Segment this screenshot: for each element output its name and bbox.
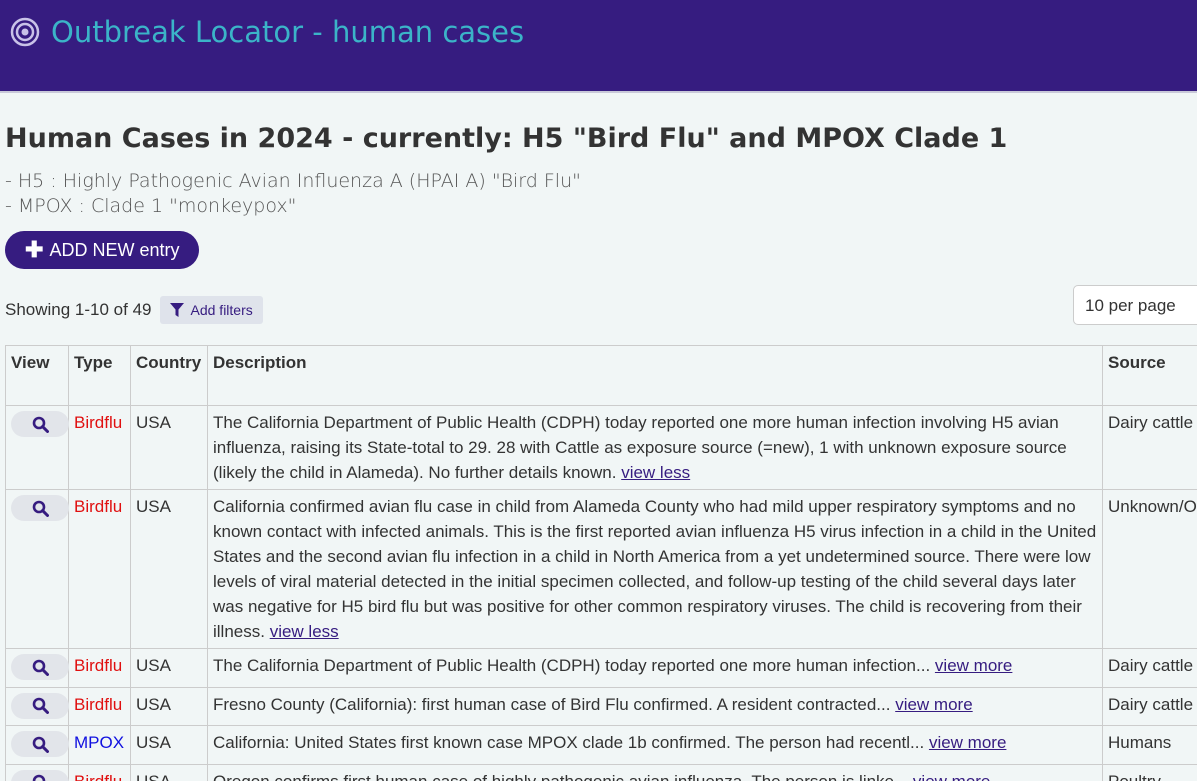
subtitle-line-h5: - H5 : Highly Pathogenic Avian Influenza… <box>5 170 581 192</box>
search-icon <box>32 697 49 714</box>
column-header-type: Type <box>68 345 131 406</box>
table-header-row: View Type Country Description Source <box>5 345 1197 406</box>
description-cell: California confirmed avian flu case in c… <box>207 489 1103 649</box>
view-more-link[interactable]: view more <box>913 772 990 781</box>
description-text: California: United States first known ca… <box>213 733 925 752</box>
type-cell: Birdflu <box>68 405 131 490</box>
table-row: Birdflu USA The California Department of… <box>5 648 1197 688</box>
search-icon <box>32 736 49 753</box>
description-cell: The California Department of Public Heal… <box>207 648 1103 688</box>
column-header-country: Country <box>130 345 208 406</box>
search-icon <box>32 500 49 517</box>
description-text: Fresno County (California): first human … <box>213 694 891 714</box>
search-icon <box>32 774 45 781</box>
table-row: Birdflu USA Fresno County (California): … <box>5 686 1197 726</box>
column-header-source: Source <box>1102 345 1197 406</box>
view-more-link[interactable]: view more <box>895 695 972 714</box>
description-cell: Oregon confirms first human case of high… <box>207 763 1103 781</box>
column-header-view: View <box>5 345 69 406</box>
source-cell: Dairy cattle <box>1102 405 1197 490</box>
source-cell: Dairy cattle <box>1102 648 1197 688</box>
cases-table: View Type Country Description Source Bir… <box>5 345 1197 781</box>
view-entry-button[interactable] <box>11 411 69 437</box>
table-row: Birdflu USA California confirmed avian f… <box>5 489 1197 649</box>
per-page-select[interactable]: 10 per page <box>1073 285 1197 325</box>
source-cell: Dairy cattle <box>1102 686 1197 726</box>
search-icon <box>32 416 49 433</box>
description-cell: The California Department of Public Heal… <box>207 405 1103 490</box>
add-filters-button[interactable]: Add filters <box>159 296 263 324</box>
table-row: Birdflu USA Oregon confirms first human … <box>5 763 1197 781</box>
brand-title[interactable]: Outbreak Locator - human cases <box>51 14 524 50</box>
table-row: MPOX USA California: United States first… <box>5 725 1197 765</box>
view-entry-button[interactable] <box>11 495 69 521</box>
table-controls: Showing 1-10 of 49 Add filters 10 per pa… <box>5 285 1197 329</box>
description-cell: Fresno County (California): first human … <box>207 686 1103 726</box>
country-cell: USA <box>130 648 208 688</box>
country-cell: USA <box>130 489 208 649</box>
country-cell: USA <box>130 405 208 490</box>
source-cell: Humans <box>1102 725 1197 765</box>
view-entry-button[interactable] <box>11 731 69 757</box>
table-row: Birdflu USA The California Department of… <box>5 405 1197 490</box>
description-text: Oregon confirms first human case of high… <box>213 771 909 781</box>
column-header-description: Description <box>207 345 1103 406</box>
type-cell: MPOX <box>68 725 131 765</box>
page-subtitle: - H5 : Highly Pathogenic Avian Influenza… <box>5 169 1197 219</box>
description-text: The California Department of Public Heal… <box>213 656 931 675</box>
view-entry-button[interactable] <box>11 692 69 719</box>
view-less-link[interactable]: view less <box>621 463 690 482</box>
view-more-link[interactable]: view more <box>929 733 1006 752</box>
add-new-entry-button[interactable]: ✚ ADD NEW entry <box>5 231 200 269</box>
source-cell: Unknown/O <box>1102 489 1197 649</box>
type-cell: Birdflu <box>68 686 131 726</box>
plus-icon: ✚ <box>25 237 44 262</box>
view-entry-button[interactable] <box>11 769 69 781</box>
type-cell: Birdflu <box>68 648 131 688</box>
target-icon <box>10 17 40 47</box>
country-cell: USA <box>130 686 208 726</box>
subtitle-line-mpox: - MPOX : Clade 1 "monkeypox" <box>5 195 297 217</box>
view-more-link[interactable]: view more <box>935 656 1012 675</box>
view-entry-button[interactable] <box>11 654 69 680</box>
add-new-entry-label: ADD NEW entry <box>49 239 180 260</box>
page-title: Human Cases in 2024 - currently: H5 "Bir… <box>5 123 1008 154</box>
country-cell: USA <box>130 725 208 765</box>
add-filters-label: Add filters <box>190 302 253 318</box>
type-cell: Birdflu <box>68 489 131 649</box>
description-text: California confirmed avian flu case in c… <box>213 497 1097 641</box>
top-navbar: Outbreak Locator - human cases <box>0 0 1197 93</box>
country-cell: USA <box>130 763 208 781</box>
source-cell: Poultry <box>1102 763 1197 781</box>
description-cell: California: United States first known ca… <box>207 725 1103 765</box>
type-cell: Birdflu <box>68 763 131 781</box>
view-less-link[interactable]: view less <box>270 622 339 641</box>
showing-count: Showing 1-10 of 49 <box>5 300 152 319</box>
filter-icon <box>169 302 184 317</box>
main-content: Human Cases in 2024 - currently: H5 "Bir… <box>0 121 1197 781</box>
search-icon <box>32 659 49 676</box>
